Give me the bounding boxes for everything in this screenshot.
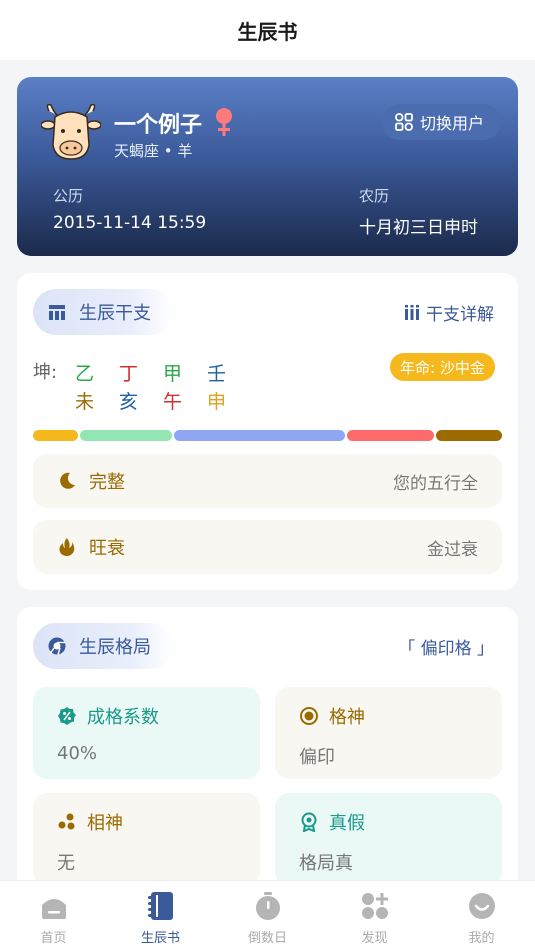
geshen-value: 偏印 xyxy=(299,747,335,768)
geju-result-label: 「 偏印格 」 xyxy=(398,639,494,659)
wuxing-segment xyxy=(33,430,78,441)
xiangshen-label: 相神 xyxy=(87,813,123,834)
nav-shengchenshu[interactable]: 生辰书 xyxy=(107,881,214,951)
dots-icon xyxy=(58,813,75,830)
wanzheng-value: 您的五行全 xyxy=(393,473,478,494)
user-name: 一个例子 xyxy=(114,113,203,138)
nav-countdown-label: 倒数日 xyxy=(247,931,287,946)
wuxing-segment xyxy=(173,430,346,441)
wangshuai-value: 金过衰 xyxy=(427,539,478,560)
gongli-value: 2015-11-14 15:59 xyxy=(53,213,207,233)
smile-icon xyxy=(468,893,495,919)
zhenjia-tile: 真假 格局真 xyxy=(275,793,502,885)
top-bar: 生辰书 xyxy=(0,0,535,60)
zhenjia-label: 真假 xyxy=(329,813,365,834)
branch-day: 午 xyxy=(163,391,183,413)
home-icon xyxy=(41,899,66,919)
target-icon xyxy=(300,707,318,725)
stem-hour: 壬 xyxy=(207,363,227,385)
gongli-label: 公历 xyxy=(53,187,84,205)
nav-discover-label: 发现 xyxy=(361,931,388,946)
bottom-nav: 首页 生辰书 倒数日 发现 我的 xyxy=(0,880,535,951)
wuxing-segment xyxy=(436,430,502,441)
chengge-tile: 成格系数 40% xyxy=(33,687,260,779)
nongli-label: 农历 xyxy=(359,187,390,205)
branch-month: 亥 xyxy=(119,391,139,413)
stem-year: 乙 xyxy=(75,363,95,385)
switch-user-label: 切换用户 xyxy=(420,114,485,133)
user-zodiac: 天蝎座 • 羊 xyxy=(114,142,193,160)
nav-mine-label: 我的 xyxy=(468,931,495,946)
ganzhi-detail-link[interactable]: 干支详解 xyxy=(404,300,494,325)
nongli-value: 十月初三日申时 xyxy=(359,218,478,238)
zhenjia-value: 格局真 xyxy=(299,853,353,874)
gender-prefix: 坤: xyxy=(33,362,58,383)
nav-home[interactable]: 首页 xyxy=(0,881,107,951)
award-icon xyxy=(301,812,317,832)
female-icon xyxy=(216,108,232,136)
stem-day: 甲 xyxy=(163,363,183,385)
profile-card: 一个例子 天蝎座 • 羊 切换用户 公历 2015-11-14 15:59 农历… xyxy=(17,77,518,256)
branch-hour: 申 xyxy=(207,391,227,413)
ganzhi-card: 生辰干支 干支详解 坤: 乙 丁 甲 壬 未 亥 午 申 年命: 沙中金 完整 … xyxy=(17,273,518,590)
wuxing-segment xyxy=(347,430,435,441)
percent-badge-icon xyxy=(58,707,76,725)
page-title: 生辰书 xyxy=(237,19,298,44)
wuxing-segment xyxy=(79,430,172,441)
chrome-icon xyxy=(48,637,66,655)
wangshuai-row: 旺衰 金过衰 xyxy=(33,520,502,574)
stem-month: 丁 xyxy=(119,363,139,385)
branch-year: 未 xyxy=(75,391,95,413)
chengge-value: 40% xyxy=(57,743,98,764)
geju-card: 生辰格局 「 偏印格 」 成格系数 40% 格神 偏印 相神 无 真假 格局真 xyxy=(17,607,518,897)
switch-icon xyxy=(395,113,413,131)
nav-mine[interactable]: 我的 xyxy=(428,881,535,951)
geju-section-title: 生辰格局 xyxy=(79,637,151,658)
flame-icon xyxy=(59,538,75,556)
stopwatch-icon xyxy=(255,892,280,920)
nav-home-label: 首页 xyxy=(40,931,67,946)
chengge-label: 成格系数 xyxy=(87,707,159,728)
nav-shengchenshu-label: 生辰书 xyxy=(140,931,180,946)
switch-user-button[interactable]: 切换用户 xyxy=(382,104,501,140)
table-icon xyxy=(49,305,65,320)
nianming-badge: 年命: 沙中金 xyxy=(390,353,495,381)
ganzhi-section-title: 生辰干支 xyxy=(79,303,151,324)
ganzhi-detail-label: 干支详解 xyxy=(426,305,494,325)
xiangshen-tile: 相神 无 xyxy=(33,793,260,885)
ganzhi-section-header: 生辰干支 xyxy=(33,289,173,335)
wanzheng-row: 完整 您的五行全 xyxy=(33,454,502,508)
moon-icon xyxy=(60,472,75,489)
nav-countdown[interactable]: 倒数日 xyxy=(214,881,321,951)
wuxing-bar xyxy=(33,430,502,441)
book-icon xyxy=(147,892,173,920)
nav-discover[interactable]: 发现 xyxy=(321,881,428,951)
discover-icon xyxy=(361,893,388,919)
geshen-label: 格神 xyxy=(329,707,365,728)
ox-avatar-icon xyxy=(41,103,101,160)
geshen-tile: 格神 偏印 xyxy=(275,687,502,779)
wangshuai-label: 旺衰 xyxy=(89,538,125,559)
wanzheng-label: 完整 xyxy=(89,472,125,493)
xiangshen-value: 无 xyxy=(57,853,75,874)
bars-icon xyxy=(405,304,419,320)
geju-section-header: 生辰格局 xyxy=(33,623,173,669)
geju-result-link[interactable]: 「 偏印格 」 xyxy=(398,634,494,659)
